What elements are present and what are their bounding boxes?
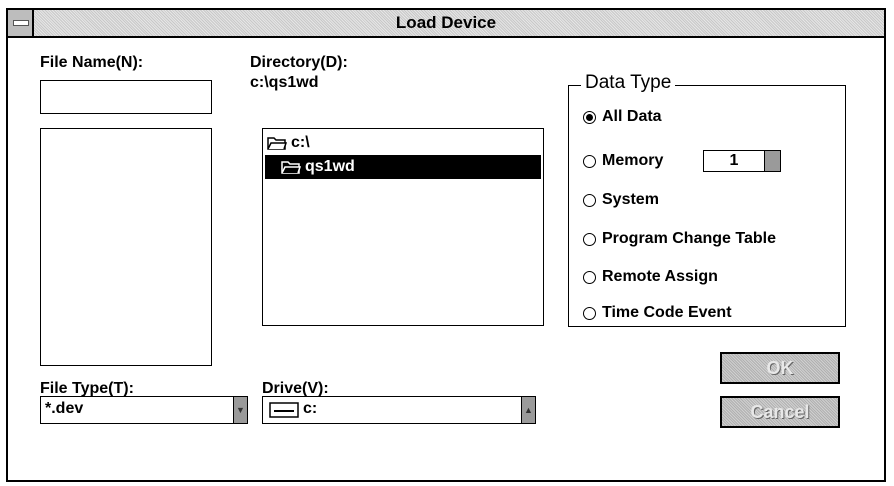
file-list[interactable] (40, 128, 212, 366)
window-title: Load Device (395, 13, 497, 32)
spin-arrows-icon[interactable] (765, 150, 781, 172)
radio-button-icon (583, 232, 596, 246)
directory-label: Directory(D): (250, 54, 348, 71)
radio-memory[interactable]: Memory (583, 152, 663, 170)
file-name-label: File Name(N): (40, 54, 144, 71)
folder-open-icon (281, 161, 301, 174)
radio-button-icon (583, 193, 596, 207)
radio-time-code-event[interactable]: Time Code Event (583, 304, 732, 322)
drive-combo[interactable]: c: ▲ (262, 396, 536, 424)
directory-item-root[interactable]: c:\ (267, 131, 541, 155)
data-type-group: Data Type All Data Memory 1 System Progr… (568, 72, 846, 327)
cancel-button[interactable]: Cancel (720, 396, 840, 428)
drive-icon (269, 402, 299, 418)
memory-spinner[interactable]: 1 (703, 150, 781, 172)
dropdown-arrow-icon[interactable]: ▲ (521, 397, 535, 423)
radio-program-change-table[interactable]: Program Change Table (583, 230, 776, 248)
ok-button[interactable]: OK (720, 352, 840, 384)
radio-button-icon (583, 110, 596, 124)
file-name-input[interactable] (40, 80, 212, 114)
directory-item-qs1wd[interactable]: qs1wd (265, 155, 541, 179)
folder-open-icon (267, 137, 287, 150)
dropdown-arrow-icon[interactable]: ▼ (233, 397, 247, 423)
file-type-combo[interactable]: *.dev ▼ (40, 396, 248, 424)
title-bar[interactable]: Load Device (8, 10, 884, 38)
radio-button-icon (583, 154, 596, 168)
load-device-dialog: Load Device File Name(N): Directory(D): … (6, 8, 886, 482)
radio-button-icon (583, 270, 596, 284)
radio-button-icon (583, 306, 596, 320)
radio-all-data[interactable]: All Data (583, 108, 662, 126)
memory-value-field[interactable]: 1 (703, 150, 765, 172)
data-type-title: Data Type (581, 72, 676, 94)
directory-path: c:\qs1wd (250, 74, 319, 91)
directory-list[interactable]: c:\ qs1wd (262, 128, 544, 326)
radio-system[interactable]: System (583, 191, 659, 209)
radio-remote-assign[interactable]: Remote Assign (583, 268, 718, 286)
